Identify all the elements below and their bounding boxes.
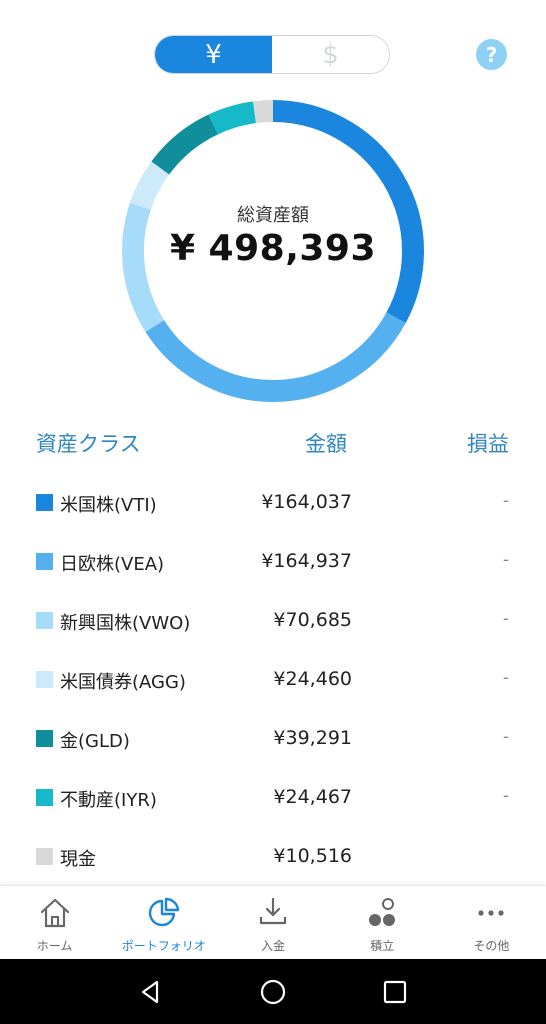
asset-profit-loss: - xyxy=(502,609,509,629)
color-swatch xyxy=(36,553,53,570)
asset-row-cash[interactable]: 現金 ¥10,516 xyxy=(0,837,546,877)
more-dots-icon xyxy=(478,910,505,916)
amount-header: 金額 xyxy=(305,432,347,456)
bottom-navigation: ホーム ポートフォリオ 入金 積立 その他 xyxy=(0,885,546,959)
nav-item-other[interactable]: その他 xyxy=(437,886,546,959)
nav-label-deposit: 入金 xyxy=(261,939,286,953)
asset-amount: ¥24,460 xyxy=(273,668,352,690)
home-system-button[interactable] xyxy=(253,972,293,1012)
color-swatch xyxy=(36,848,53,865)
asset-name: 新興国株(VWO) xyxy=(60,613,191,634)
asset-row-vea[interactable]: 日欧株(VEA) ¥164,937 - xyxy=(0,542,546,582)
asset-name: 不動産(IYR) xyxy=(60,790,157,811)
asset-row-iyr[interactable]: 不動産(IYR) ¥24,467 - xyxy=(0,778,546,818)
asset-profit-loss: - xyxy=(502,491,509,511)
asset-amount: ¥70,685 xyxy=(273,609,352,631)
home-circle-icon xyxy=(260,979,286,1004)
asset-row-agg[interactable]: 米国債券(AGG) ¥24,460 - xyxy=(0,660,546,700)
asset-amount: ¥164,937 xyxy=(261,550,352,572)
donut-segment xyxy=(145,312,406,402)
total-assets-value: ¥ 498,393 xyxy=(169,228,377,269)
asset-row-gld[interactable]: 金(GLD) ¥39,291 - xyxy=(0,719,546,759)
asset-name: 米国債券(AGG) xyxy=(60,672,186,693)
asset-row-vti[interactable]: 米国株(VTI) ¥164,037 - xyxy=(0,483,546,523)
asset-name: 現金 xyxy=(60,849,96,870)
total-assets-label: 総資産額 xyxy=(237,205,309,226)
color-swatch xyxy=(36,671,53,688)
asset-class-header: 資産クラス xyxy=(36,432,141,456)
home-icon xyxy=(40,898,69,928)
asset-name: 金(GLD) xyxy=(60,731,130,752)
download-tray-icon xyxy=(259,897,287,925)
asset-profit-loss: - xyxy=(502,550,509,570)
recents-square-icon xyxy=(383,980,407,1003)
asset-amount: ¥164,037 xyxy=(261,491,352,513)
nav-label-portfolio: ポートフォリオ xyxy=(121,939,206,953)
nav-item-portfolio[interactable]: ポートフォリオ xyxy=(109,886,218,959)
nav-label-other: その他 xyxy=(473,939,510,953)
asset-profit-loss: - xyxy=(502,668,509,688)
back-button[interactable] xyxy=(131,972,171,1012)
asset-amount: ¥10,516 xyxy=(273,845,352,867)
stacked-coins-icon xyxy=(369,898,396,926)
donut-segment xyxy=(151,114,219,175)
asset-amount: ¥24,467 xyxy=(273,786,352,808)
asset-profit-loss: - xyxy=(502,786,509,806)
system-navigation-bar xyxy=(0,959,546,1024)
asset-row-vwo[interactable]: 新興国株(VWO) ¥70,685 - xyxy=(0,601,546,641)
nav-label-accumulate: 積立 xyxy=(370,939,395,953)
color-swatch xyxy=(36,494,53,511)
asset-name: 米国株(VTI) xyxy=(60,495,157,516)
pie-chart-icon xyxy=(148,897,179,927)
asset-name: 日欧株(VEA) xyxy=(60,554,165,575)
color-swatch xyxy=(36,612,53,629)
nav-label-home: ホーム xyxy=(36,939,73,953)
color-swatch xyxy=(36,789,53,806)
donut-segment xyxy=(208,101,257,135)
recents-button[interactable] xyxy=(375,972,415,1012)
profit-loss-header: 損益 xyxy=(467,432,509,456)
nav-item-deposit[interactable]: 入金 xyxy=(218,886,327,959)
nav-item-accumulate[interactable]: 積立 xyxy=(328,886,437,959)
asset-amount: ¥39,291 xyxy=(273,727,352,749)
portfolio-screen: ¥ $ ? 総資産額 ¥ 498,393 資産クラス 金額 損益 米国株(VTI… xyxy=(0,0,546,1024)
color-swatch xyxy=(36,730,53,747)
back-triangle-icon xyxy=(141,980,159,1003)
nav-item-home[interactable]: ホーム xyxy=(0,886,109,959)
donut-segment xyxy=(253,100,274,124)
asset-profit-loss: - xyxy=(502,727,509,747)
